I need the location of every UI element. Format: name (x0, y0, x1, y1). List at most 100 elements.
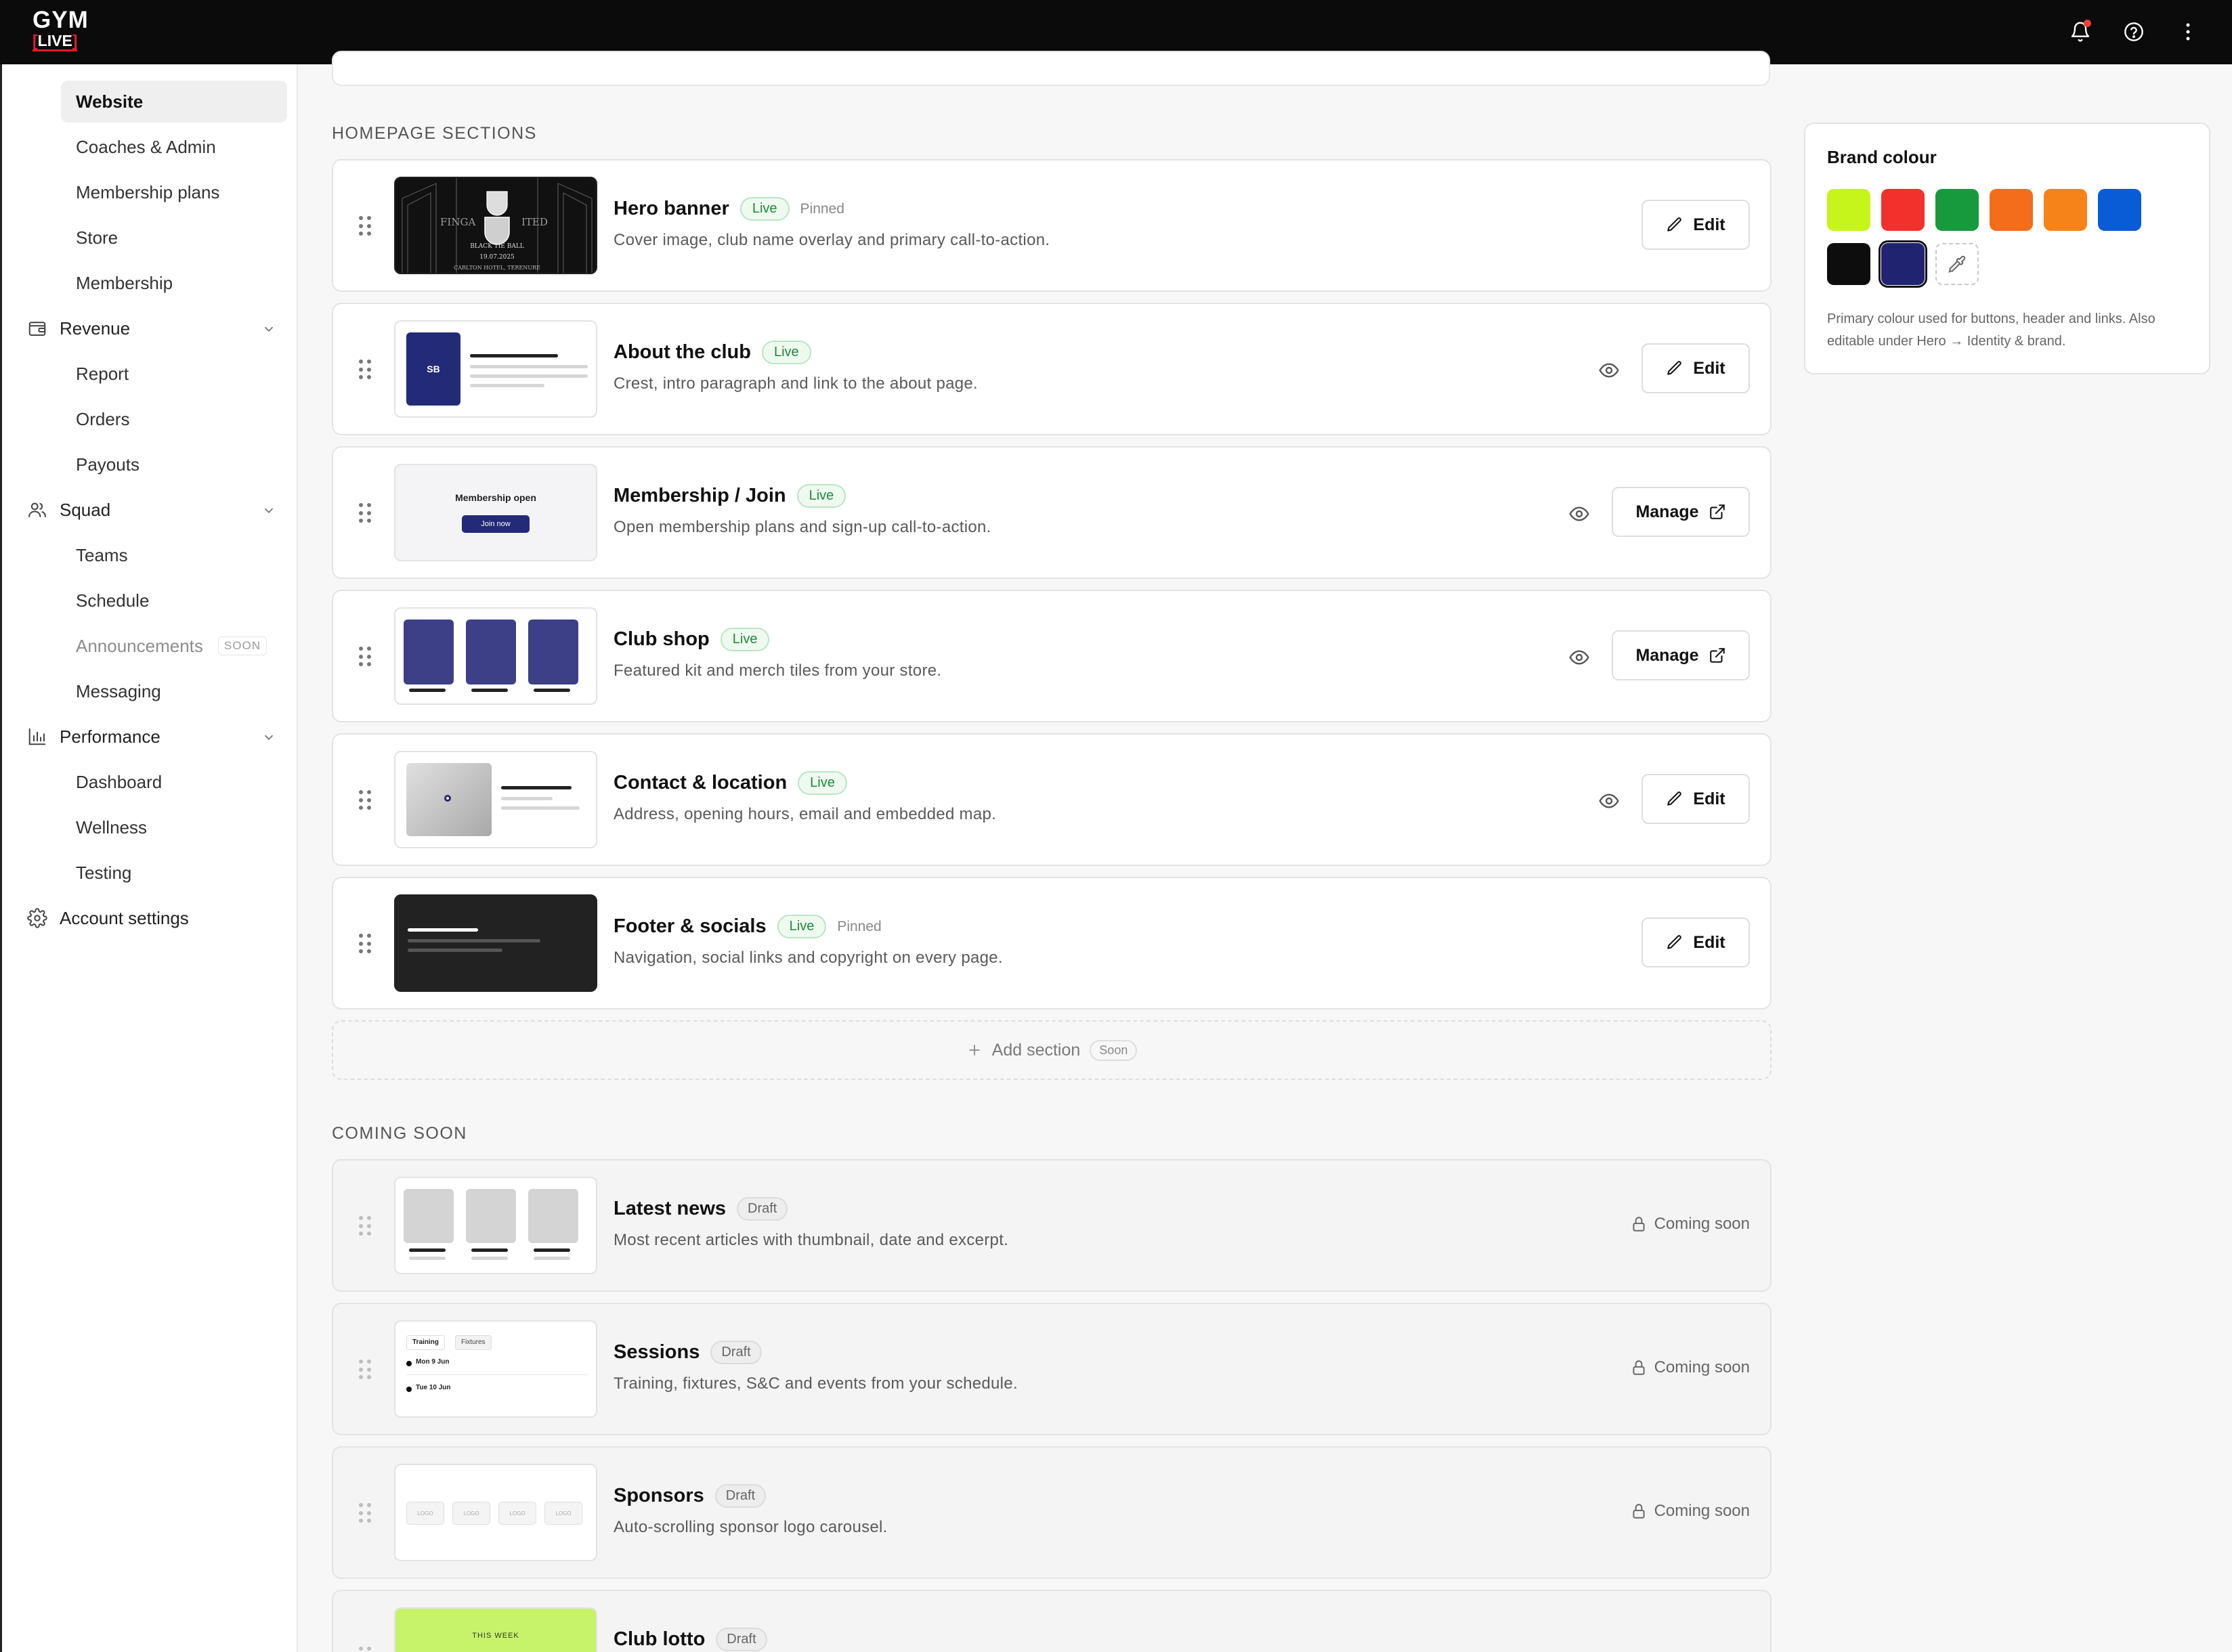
sidebar-item-account-settings[interactable]: Account settings (26, 897, 276, 939)
section-title-text: Club lotto (614, 1628, 706, 1650)
drag-handle-icon[interactable] (359, 503, 372, 523)
gear-icon (26, 907, 49, 930)
edit-button[interactable]: Edit (1641, 200, 1750, 250)
colour-swatch-amber[interactable] (2044, 189, 2087, 231)
manage-button[interactable]: Manage (1612, 630, 1750, 680)
edit-button[interactable]: Edit (1641, 917, 1750, 968)
thumb-divider (406, 1374, 588, 1375)
sidebar-item-store[interactable]: Store (61, 217, 287, 259)
external-link-icon (1709, 504, 1725, 519)
soon-tag: SOON (217, 636, 267, 655)
thumb-bullet (406, 1387, 412, 1392)
section-title: Hero banner Live Pinned (614, 197, 844, 221)
section-description: Address, opening hours, email and embedd… (614, 805, 997, 823)
manage-button[interactable]: Manage (1612, 487, 1750, 537)
sidebar-item-website[interactable]: Website (61, 81, 287, 123)
colour-swatch-blue[interactable] (2098, 189, 2141, 231)
colour-swatch-green[interactable] (1935, 189, 1979, 231)
section-row-about-the-club: SB About the club Live Crest, intro para… (332, 303, 1772, 435)
news-tile (466, 1189, 516, 1243)
sidebar-group-label: Performance (60, 726, 160, 747)
colour-swatch-lime[interactable] (1827, 189, 1870, 231)
sidebar-item-testing[interactable]: Testing (61, 852, 287, 894)
sponsors-thumbnail: LOGO LOGO LOGO LOGO (394, 1464, 597, 1561)
eye-icon[interactable] (1568, 503, 1590, 525)
coming-soon-heading: COMING SOON (332, 1124, 467, 1143)
thumb-line (470, 384, 544, 387)
drag-handle-icon[interactable] (359, 647, 372, 667)
pencil-icon (1667, 361, 1682, 375)
thumb-tab-training: Training (406, 1335, 445, 1350)
sidebar-item-coaches-admin[interactable]: Coaches & Admin (61, 126, 287, 168)
sidebar-item-report[interactable]: Report (61, 353, 287, 395)
bell-icon[interactable] (2063, 15, 2097, 49)
coming-soon-text: Coming soon (1654, 1502, 1750, 1520)
thumb-line (408, 928, 478, 932)
thumb-line (534, 1248, 570, 1252)
section-title-text: Membership / Join (614, 485, 786, 506)
users-icon (26, 498, 49, 521)
map-pin-icon (444, 795, 451, 802)
colour-swatch-orange[interactable] (1990, 189, 2033, 231)
sidebar-item-schedule[interactable]: Schedule (61, 580, 287, 622)
pencil-icon (1667, 935, 1682, 949)
sidebar-item-messaging[interactable]: Messaging (61, 670, 287, 712)
sidebar-item-membership[interactable]: Membership (61, 262, 287, 304)
section-title: Club lotto Draft (614, 1628, 767, 1651)
sidebar-group-label: Squad (60, 499, 111, 520)
thumb-line (408, 949, 502, 952)
drag-handle-icon[interactable] (359, 360, 372, 380)
drag-handle-icon[interactable] (359, 934, 372, 954)
gym-live-logo[interactable]: GYM [LIVE] (33, 8, 89, 51)
drag-handle-icon[interactable] (359, 216, 372, 236)
sidebar-group-performance[interactable]: Performance (26, 716, 276, 758)
colour-picker-button[interactable] (1935, 243, 1979, 285)
sidebar-item-wellness[interactable]: Wellness (61, 806, 287, 848)
thumb-line (471, 1257, 508, 1260)
sidebar-group-squad[interactable]: Squad (26, 489, 276, 531)
sidebar-group-revenue[interactable]: Revenue (26, 307, 276, 349)
section-title-text: Sponsors (614, 1485, 704, 1506)
logo-gym-text: GYM (33, 7, 89, 33)
eye-icon[interactable] (1568, 647, 1590, 668)
eye-icon[interactable] (1598, 360, 1620, 381)
help-icon[interactable] (2117, 15, 2151, 49)
edit-button-label: Edit (1693, 789, 1725, 808)
eyedropper-icon (1948, 255, 1966, 273)
colour-swatch-black[interactable] (1827, 243, 1870, 285)
status-badge: Draft (710, 1341, 762, 1364)
section-title-text: About the club (614, 341, 751, 363)
sidebar-item-teams[interactable]: Teams (61, 534, 287, 576)
bar-chart-icon (26, 725, 49, 748)
chevron-down-icon (261, 502, 276, 523)
sidebar-item-membership-plans[interactable]: Membership plans (61, 171, 287, 213)
drag-handle-icon[interactable] (359, 790, 372, 810)
sidebar-item-payouts[interactable]: Payouts (61, 443, 287, 485)
product-tile (528, 620, 578, 684)
hero-banner-thumbnail: FINGA ITED BLACK TIE BALL 19.07.2025 CAR… (394, 177, 597, 274)
section-row-sessions: Training Fixtures Mon 9 Jun Tue 10 Jun S… (332, 1303, 1772, 1435)
colour-swatch-red[interactable] (1881, 189, 1925, 231)
section-row-footer-socials: Footer & socials Live Pinned Navigation,… (332, 877, 1772, 1009)
sidebar-item-orders[interactable]: Orders (61, 398, 287, 440)
logo-live-text: [LIVE] (33, 32, 78, 51)
eye-icon[interactable] (1598, 790, 1620, 812)
sidebar-item-dashboard[interactable]: Dashboard (61, 761, 287, 803)
manage-button-label: Manage (1635, 645, 1699, 665)
drag-handle-icon (359, 1216, 372, 1236)
thumb-line (470, 365, 588, 368)
about-thumbnail: SB (394, 320, 597, 418)
thumb-tab-fixtures: Fixtures (455, 1335, 492, 1350)
edit-button[interactable]: Edit (1641, 343, 1750, 393)
thumb-line (409, 1248, 446, 1252)
section-title: Contact & location Live (614, 771, 847, 795)
sidebar-item-announcements: Announcements SOON (61, 625, 287, 667)
wallet-icon (26, 317, 49, 340)
colour-swatch-navy-selected[interactable] (1879, 240, 1927, 288)
edit-button[interactable]: Edit (1641, 774, 1750, 824)
thumb-line (471, 689, 508, 692)
more-vertical-icon[interactable] (2171, 15, 2205, 49)
contact-thumbnail (394, 751, 597, 848)
section-title: Sessions Draft (614, 1341, 762, 1364)
status-badge: Live (798, 771, 847, 795)
